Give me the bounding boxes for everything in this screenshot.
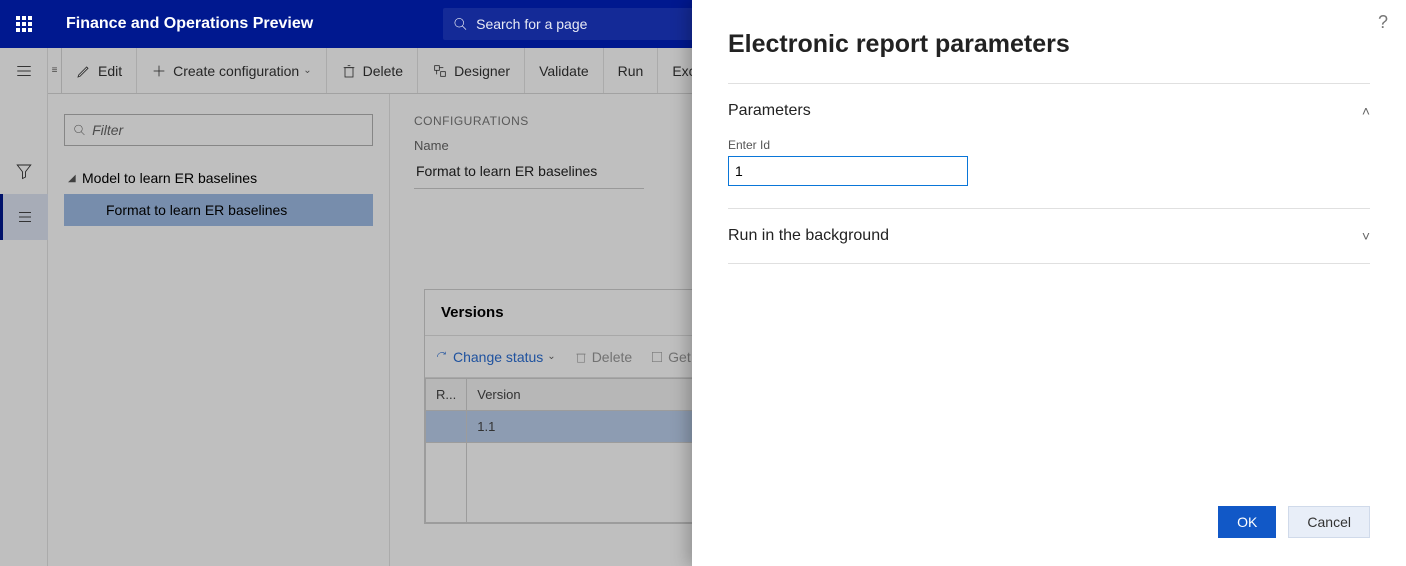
dialog-panel: ? Electronic report parameters Parameter… (692, 0, 1406, 566)
background-accordion: Run in the background ˅ (728, 209, 1370, 264)
ok-button[interactable]: OK (1218, 506, 1276, 538)
search-icon (453, 16, 468, 32)
enter-id-input[interactable] (728, 156, 968, 186)
dialog-title: Electronic report parameters (728, 30, 1070, 59)
help-icon[interactable]: ? (1378, 12, 1388, 33)
background-header[interactable]: Run in the background ˅ (728, 209, 1370, 263)
app-title: Finance and Operations Preview (66, 15, 313, 33)
chevron-up-icon: ˄ (1362, 103, 1370, 119)
enter-id-label: Enter Id (728, 138, 1370, 152)
background-header-label: Run in the background (728, 227, 889, 245)
chevron-down-icon: ˅ (1362, 228, 1370, 244)
parameters-accordion: Parameters ˄ Enter Id (728, 83, 1370, 209)
parameters-header[interactable]: Parameters ˄ (728, 84, 1370, 138)
waffle-icon[interactable] (0, 0, 48, 48)
parameters-header-label: Parameters (728, 102, 811, 120)
cancel-button[interactable]: Cancel (1288, 506, 1370, 538)
